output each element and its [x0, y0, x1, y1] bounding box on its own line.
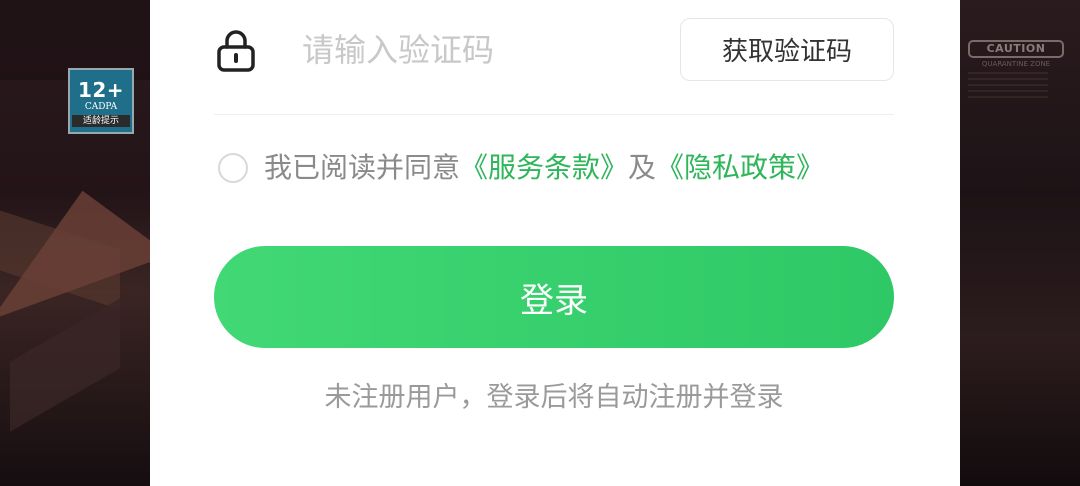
age-rating-number: 12+	[77, 78, 125, 102]
verification-code-input[interactable]	[302, 24, 662, 76]
background-shard	[0, 170, 150, 320]
lock-icon	[217, 30, 255, 72]
get-code-button[interactable]: 获取验证码	[680, 18, 894, 81]
agreement-text: 我已阅读并同意《服务条款》及《隐私政策》	[264, 148, 824, 188]
terms-link[interactable]: 《服务条款》	[460, 151, 628, 184]
caution-sign: CAUTION	[968, 40, 1064, 58]
agreement-prefix: 我已阅读并同意	[264, 151, 461, 184]
age-rating-org: CADPA	[84, 102, 118, 112]
caution-subtitle: QUARANTINE ZONE	[981, 60, 1051, 68]
agreement-checkbox[interactable]	[218, 153, 248, 183]
login-button[interactable]: 登录	[214, 246, 894, 348]
auto-register-hint: 未注册用户，登录后将自动注册并登录	[324, 382, 784, 413]
age-rating-label: 适龄提示	[72, 115, 130, 127]
caution-stripes	[968, 72, 1048, 102]
divider	[214, 114, 894, 115]
background-shard	[10, 298, 120, 432]
age-rating-badge: 12+ CADPA 适龄提示	[68, 68, 134, 134]
privacy-link[interactable]: 《隐私政策》	[656, 151, 824, 184]
agreement-conjunction: 及	[628, 151, 657, 184]
